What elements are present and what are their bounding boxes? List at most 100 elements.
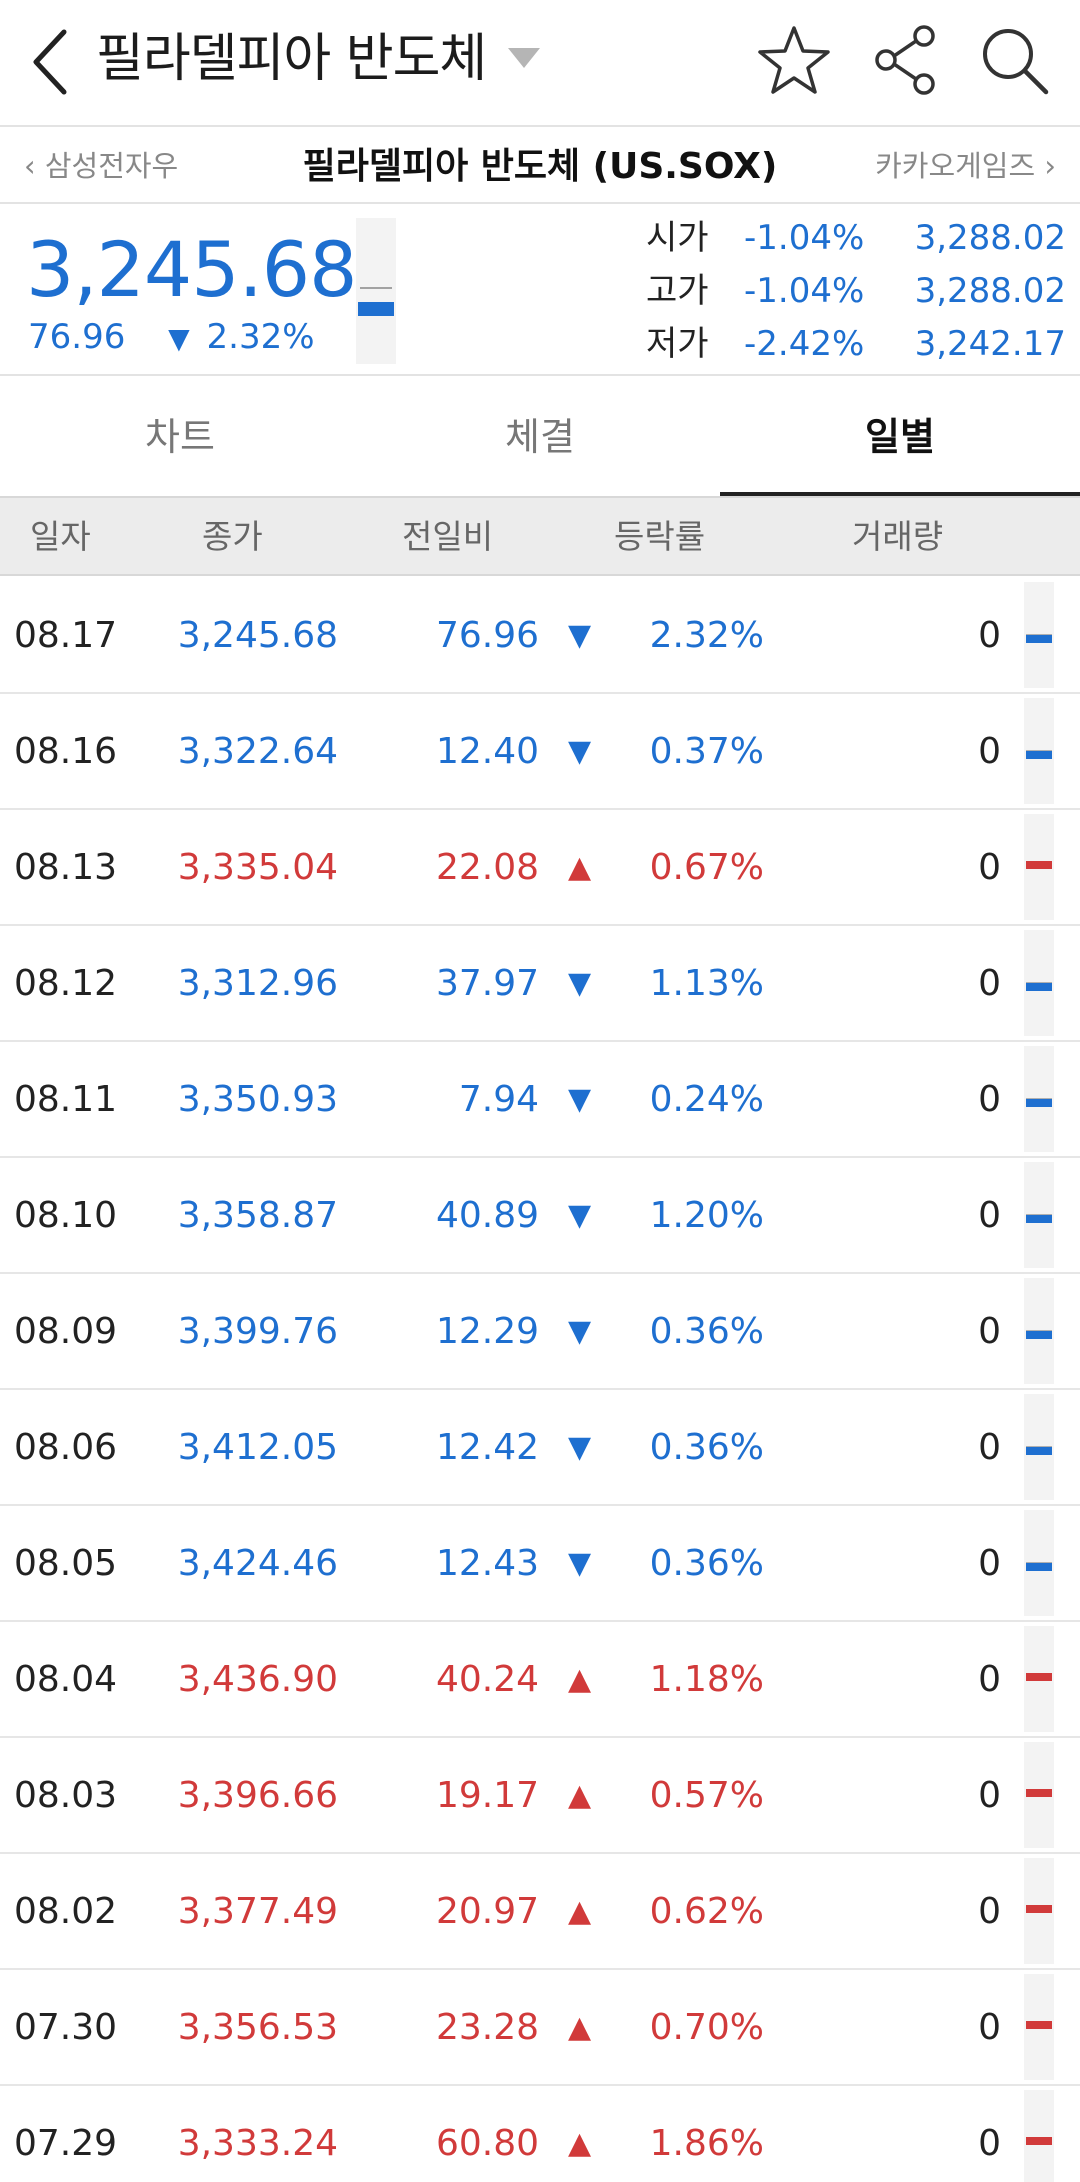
ohl-value: 3,288.02 bbox=[914, 218, 1066, 258]
quote-panel: 3,245.68 76.96 ▼ 2.32% 시가 -1.04% 3,288.0… bbox=[0, 206, 1080, 376]
row-rate: 2.32% bbox=[649, 615, 764, 656]
row-close: 3,335.04 bbox=[177, 847, 338, 888]
row-close: 3,377.49 bbox=[177, 1891, 338, 1932]
tab-chart[interactable]: 차트 bbox=[0, 378, 360, 496]
dropdown-caret-icon[interactable] bbox=[506, 44, 542, 72]
col-volume-header: 거래량 bbox=[852, 517, 944, 556]
table-row[interactable]: 08.17 3,245.68 76.96 ▼ 2.32% 0 bbox=[0, 578, 1080, 694]
row-rate: 0.24% bbox=[649, 1079, 764, 1120]
ohl-percent: -1.04% bbox=[744, 218, 865, 258]
row-candle-icon bbox=[1024, 1394, 1054, 1500]
star-icon[interactable] bbox=[756, 22, 832, 98]
ohl-label: 저가 bbox=[646, 324, 709, 364]
row-diff: 19.17 bbox=[435, 1775, 539, 1816]
down-triangle-icon: ▼ bbox=[568, 734, 592, 769]
row-volume: 0 bbox=[978, 1079, 1001, 1120]
row-candle-icon bbox=[1024, 814, 1054, 920]
up-triangle-icon: ▲ bbox=[568, 1894, 592, 1929]
chevron-right-icon: › bbox=[1044, 149, 1056, 183]
row-candle-icon bbox=[1024, 2090, 1054, 2182]
high-row: 고가 -1.04% 3,288.02 bbox=[646, 265, 1066, 318]
row-candle-icon bbox=[1024, 1510, 1054, 1616]
mini-candle-chart bbox=[356, 218, 396, 364]
row-close: 3,312.96 bbox=[177, 963, 338, 1004]
up-triangle-icon: ▲ bbox=[568, 1778, 592, 1813]
row-volume: 0 bbox=[978, 1195, 1001, 1236]
table-row[interactable]: 08.02 3,377.49 20.97 ▲ 0.62% 0 bbox=[0, 1854, 1080, 1970]
row-volume: 0 bbox=[978, 1427, 1001, 1468]
ohl-percent: -1.04% bbox=[744, 271, 865, 311]
chevron-left-icon: ‹ bbox=[24, 149, 36, 183]
up-triangle-icon: ▲ bbox=[568, 2126, 592, 2161]
prev-symbol-link[interactable]: ‹ 삼성전자우 bbox=[24, 129, 178, 204]
row-rate: 1.86% bbox=[649, 2123, 764, 2164]
app-bar: 필라델피아 반도체 bbox=[0, 0, 1080, 127]
table-row[interactable]: 08.05 3,424.46 12.43 ▼ 0.36% 0 bbox=[0, 1506, 1080, 1622]
row-volume: 0 bbox=[978, 1891, 1001, 1932]
row-rate: 0.36% bbox=[649, 1311, 764, 1352]
row-rate: 0.36% bbox=[649, 1543, 764, 1584]
table-row[interactable]: 08.12 3,312.96 37.97 ▼ 1.13% 0 bbox=[0, 926, 1080, 1042]
row-diff: 22.08 bbox=[435, 847, 539, 888]
page-title[interactable]: 필라델피아 반도체 bbox=[96, 24, 487, 94]
row-date: 08.05 bbox=[14, 1543, 118, 1584]
up-triangle-icon: ▲ bbox=[568, 2010, 592, 2045]
down-triangle-icon: ▼ bbox=[168, 322, 190, 355]
col-date-header: 일자 bbox=[30, 517, 91, 556]
row-candle-icon bbox=[1024, 1974, 1054, 2080]
row-diff: 40.89 bbox=[435, 1195, 539, 1236]
table-row[interactable]: 08.11 3,350.93 7.94 ▼ 0.24% 0 bbox=[0, 1042, 1080, 1158]
row-close: 3,245.68 bbox=[177, 615, 338, 656]
table-header: 일자 종가 전일비 등락률 거래량 bbox=[0, 496, 1080, 576]
row-diff: 12.43 bbox=[435, 1543, 539, 1584]
down-triangle-icon: ▼ bbox=[568, 1546, 592, 1581]
row-volume: 0 bbox=[978, 2123, 1001, 2164]
down-triangle-icon: ▼ bbox=[568, 618, 592, 653]
current-price: 3,245.68 bbox=[26, 225, 357, 314]
row-candle-icon bbox=[1024, 582, 1054, 688]
daily-table[interactable]: 08.17 3,245.68 76.96 ▼ 2.32% 0 08.16 3,322.64 12… bbox=[0, 578, 1080, 2182]
row-date: 08.13 bbox=[14, 847, 118, 888]
row-date: 08.16 bbox=[14, 731, 118, 772]
table-row[interactable]: 08.10 3,358.87 40.89 ▼ 1.20% 0 bbox=[0, 1158, 1080, 1274]
ohl-label: 시가 bbox=[646, 218, 709, 258]
row-close: 3,396.66 bbox=[177, 1775, 338, 1816]
row-volume: 0 bbox=[978, 847, 1001, 888]
table-row[interactable]: 08.03 3,396.66 19.17 ▲ 0.57% 0 bbox=[0, 1738, 1080, 1854]
tab-daily[interactable]: 일별 bbox=[720, 378, 1080, 496]
table-row[interactable]: 08.13 3,335.04 22.08 ▲ 0.67% 0 bbox=[0, 810, 1080, 926]
row-diff: 37.97 bbox=[435, 963, 539, 1004]
table-row[interactable]: 07.30 3,356.53 23.28 ▲ 0.70% 0 bbox=[0, 1970, 1080, 2086]
row-date: 08.10 bbox=[14, 1195, 118, 1236]
back-arrow-icon[interactable] bbox=[22, 22, 82, 102]
col-close-header: 종가 bbox=[202, 517, 263, 556]
up-triangle-icon: ▲ bbox=[568, 1662, 592, 1697]
row-close: 3,350.93 bbox=[177, 1079, 338, 1120]
table-row[interactable]: 08.16 3,322.64 12.40 ▼ 0.37% 0 bbox=[0, 694, 1080, 810]
row-diff: 60.80 bbox=[435, 2123, 539, 2164]
row-close: 3,322.64 bbox=[177, 731, 338, 772]
row-rate: 0.67% bbox=[649, 847, 764, 888]
table-row[interactable]: 08.09 3,399.76 12.29 ▼ 0.36% 0 bbox=[0, 1274, 1080, 1390]
ohl-label: 고가 bbox=[646, 271, 709, 311]
tab-trades[interactable]: 체결 bbox=[360, 378, 720, 496]
row-rate: 1.13% bbox=[649, 963, 764, 1004]
row-candle-icon bbox=[1024, 1278, 1054, 1384]
row-close: 3,333.24 bbox=[177, 2123, 338, 2164]
table-row[interactable]: 07.29 3,333.24 60.80 ▲ 1.86% 0 bbox=[0, 2086, 1080, 2182]
next-symbol-link[interactable]: 카카오게임즈 › bbox=[875, 129, 1056, 204]
row-close: 3,399.76 bbox=[177, 1311, 338, 1352]
ohl-value: 3,242.17 bbox=[914, 324, 1066, 364]
symbol-navigator: 필라델피아 반도체 (US.SOX) ‹ 삼성전자우 카카오게임즈 › bbox=[0, 129, 1080, 204]
table-row[interactable]: 08.06 3,412.05 12.42 ▼ 0.36% 0 bbox=[0, 1390, 1080, 1506]
open-row: 시가 -1.04% 3,288.02 bbox=[646, 212, 1066, 265]
row-date: 08.02 bbox=[14, 1891, 118, 1932]
row-candle-icon bbox=[1024, 1858, 1054, 1964]
share-icon[interactable] bbox=[868, 22, 944, 98]
search-icon[interactable] bbox=[976, 22, 1052, 98]
table-row[interactable]: 08.04 3,436.90 40.24 ▲ 1.18% 0 bbox=[0, 1622, 1080, 1738]
down-triangle-icon: ▼ bbox=[568, 1082, 592, 1117]
row-candle-icon bbox=[1024, 698, 1054, 804]
up-triangle-icon: ▲ bbox=[568, 850, 592, 885]
row-volume: 0 bbox=[978, 1311, 1001, 1352]
